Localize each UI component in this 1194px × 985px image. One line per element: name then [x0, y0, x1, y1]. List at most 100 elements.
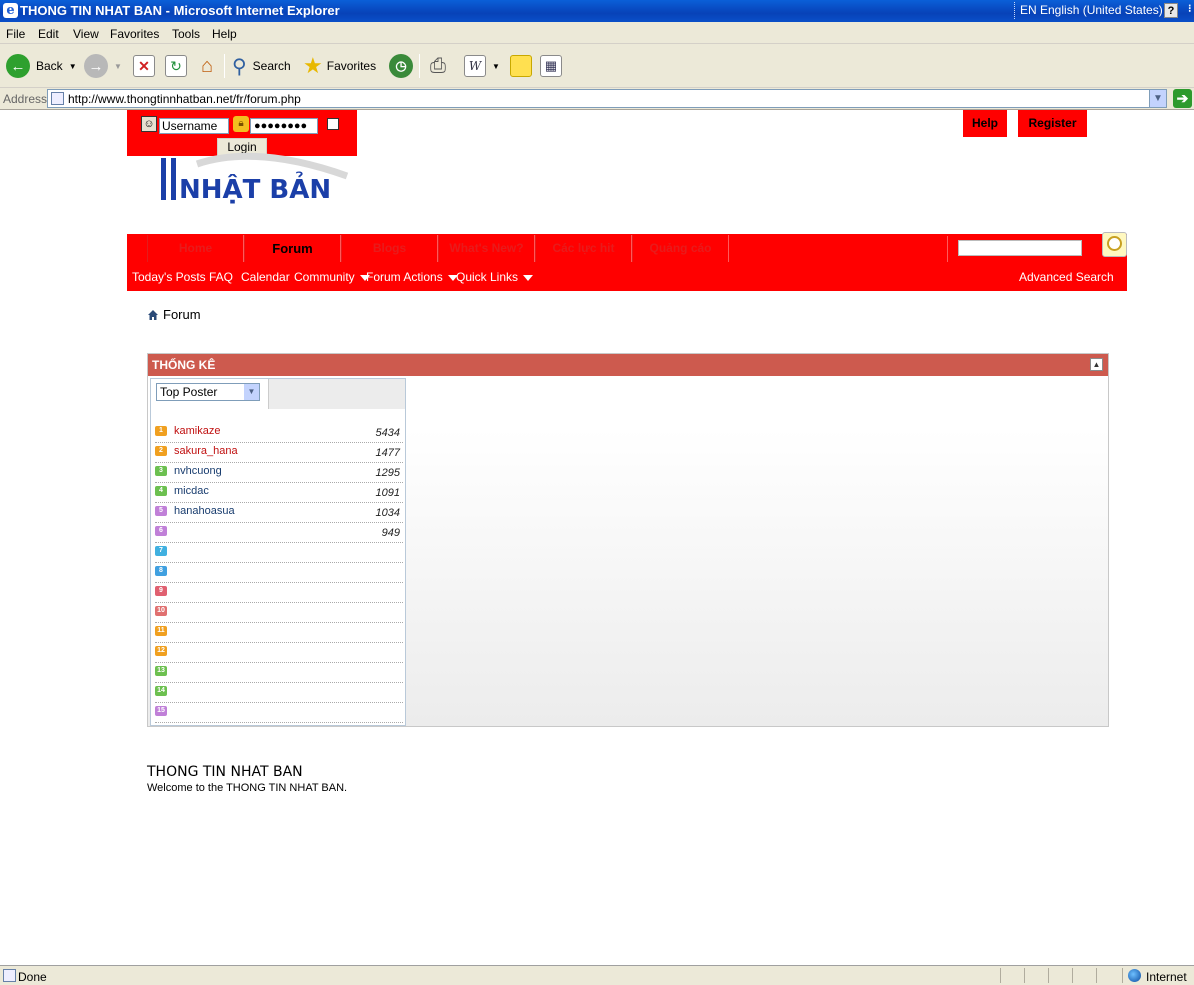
- list-item: 13: [155, 663, 403, 683]
- list-item: 7: [155, 543, 403, 563]
- address-dropdown-icon[interactable]: ▼: [1149, 90, 1166, 107]
- stats-header: THỐNG KÊ ▲: [148, 354, 1108, 376]
- menu-help[interactable]: Help: [212, 27, 237, 41]
- refresh-icon: ↻: [165, 55, 187, 77]
- tab-ads[interactable]: Quảng cáo: [632, 235, 729, 262]
- menu-view[interactable]: View: [73, 27, 99, 41]
- subnav-todays-posts[interactable]: Today's Posts: [132, 270, 206, 284]
- language-bar-grip[interactable]: [1014, 2, 1017, 19]
- rank-badge-icon: 11: [155, 626, 167, 636]
- search-button[interactable]: [1102, 232, 1127, 257]
- research-icon: ▦: [540, 55, 562, 77]
- rank-badge-icon: 7: [155, 546, 167, 556]
- ie-logo-icon: e: [3, 3, 18, 18]
- tab-whats-new[interactable]: What's New?: [438, 235, 535, 262]
- menu-file[interactable]: File: [6, 27, 25, 41]
- menu-tools[interactable]: Tools: [172, 27, 200, 41]
- poster-name[interactable]: sakura_hana: [174, 445, 238, 457]
- search-icon: ⚲: [232, 55, 247, 78]
- status-pane-divider: [1096, 968, 1097, 983]
- list-item: 15: [155, 703, 403, 723]
- stats-type-select[interactable]: Top Poster ▼: [156, 383, 260, 401]
- status-pane-divider: [1122, 968, 1123, 983]
- password-field[interactable]: ●●●●●●●●: [250, 118, 318, 134]
- toolbar-separator: [419, 54, 420, 78]
- subnav-quick-links[interactable]: Quick Links: [456, 270, 534, 284]
- advanced-search-link[interactable]: Advanced Search: [1019, 270, 1114, 284]
- edit-button[interactable]: W ▼: [464, 52, 500, 80]
- forward-button[interactable]: → ▼: [84, 52, 122, 80]
- collapse-icon[interactable]: ▲: [1090, 358, 1103, 371]
- tab-home[interactable]: Home: [147, 235, 244, 262]
- toolbar-separator: [224, 54, 225, 78]
- logo-text: NHẬT BẢN: [179, 170, 331, 205]
- search-input[interactable]: [958, 240, 1082, 256]
- go-button[interactable]: ➔: [1173, 89, 1192, 108]
- history-button[interactable]: ◷: [389, 52, 413, 80]
- poster-name[interactable]: kamikaze: [174, 425, 220, 437]
- stop-button[interactable]: ✕: [133, 52, 155, 80]
- help-button[interactable]: Help: [963, 110, 1007, 137]
- rank-badge-icon: 12: [155, 646, 167, 656]
- home-icon[interactable]: [147, 309, 159, 321]
- poster-name[interactable]: micdac: [174, 485, 209, 497]
- print-button[interactable]: ⎙: [427, 52, 449, 80]
- home-button[interactable]: ⌂: [196, 52, 218, 80]
- language-indicator[interactable]: EN English (United States): [1020, 3, 1163, 17]
- favorites-button[interactable]: ★ Favorites: [303, 52, 376, 80]
- search-button[interactable]: ⚲ Search: [232, 52, 291, 80]
- home-icon: ⌂: [200, 54, 214, 77]
- status-bar: Done Internet: [0, 965, 1194, 985]
- site-logo[interactable]: NHẬT BẢN: [157, 146, 352, 208]
- post-count: 949: [381, 527, 400, 539]
- subnav-faq[interactable]: FAQ: [209, 270, 233, 284]
- back-button[interactable]: ← Back ▼: [6, 52, 77, 80]
- status-pane-divider: [1072, 968, 1073, 983]
- rank-badge-icon: 15: [155, 706, 167, 716]
- list-item: 5 hanahoasua 1034: [155, 503, 403, 523]
- subnav-forum-actions[interactable]: Forum Actions: [366, 270, 458, 284]
- tab-forum[interactable]: Forum: [244, 235, 341, 262]
- tab-blogs[interactable]: Blogs: [341, 235, 438, 262]
- status-text: Done: [18, 970, 47, 984]
- top-poster-box: Top Poster ▼ 1 kamikaze 5434 2 sakura_hana 14…: [150, 378, 406, 726]
- top-poster-header: Top Poster ▼: [151, 379, 405, 409]
- remember-me-checkbox[interactable]: [327, 118, 339, 130]
- chevron-down-icon[interactable]: ▼: [244, 384, 259, 400]
- refresh-button[interactable]: ↻: [165, 52, 187, 80]
- post-count: 1091: [375, 487, 400, 499]
- poster-name[interactable]: hanahoasua: [174, 505, 235, 517]
- sub-navigation: Today's Posts FAQ Calendar Community For…: [127, 262, 1127, 291]
- address-url[interactable]: http://www.thongtinnhatban.net/fr/forum.…: [68, 92, 301, 106]
- favorites-star-icon: ★: [303, 53, 323, 78]
- back-dropdown-icon[interactable]: ▼: [69, 62, 77, 71]
- logo-swoosh: [195, 152, 349, 180]
- breadcrumb-label[interactable]: Forum: [163, 307, 201, 322]
- discuss-button[interactable]: [510, 52, 532, 80]
- poster-name[interactable]: nvhcuong: [174, 465, 222, 477]
- search-box: [947, 236, 1102, 262]
- forward-dropdown-icon[interactable]: ▼: [114, 62, 122, 71]
- edit-dropdown-icon[interactable]: ▼: [492, 62, 500, 71]
- address-input[interactable]: http://www.thongtinnhatban.net/fr/forum.…: [47, 89, 1167, 108]
- back-label: Back: [36, 59, 63, 73]
- menu-favorites[interactable]: Favorites: [110, 27, 159, 41]
- rank-badge-icon: 10: [155, 606, 167, 616]
- subnav-community[interactable]: Community: [294, 270, 370, 284]
- site-welcome-text: Welcome to the THONG TIN NHAT BAN.: [147, 782, 348, 794]
- subnav-calendar[interactable]: Calendar: [241, 270, 290, 284]
- back-arrow-icon: ←: [6, 54, 30, 78]
- username-field[interactable]: Username: [159, 118, 229, 134]
- window-edge-icon: ⁝: [1188, 3, 1192, 15]
- rank-badge-icon: 14: [155, 686, 167, 696]
- register-button[interactable]: Register: [1018, 110, 1087, 137]
- research-button[interactable]: ▦: [540, 52, 562, 80]
- help-icon[interactable]: ?: [1164, 3, 1178, 18]
- rank-badge-icon: 4: [155, 486, 167, 496]
- tab-links[interactable]: Các lực hit: [535, 235, 632, 262]
- rank-badge-icon: 5: [155, 506, 167, 516]
- printer-icon: ⎙: [430, 54, 446, 77]
- page-status-icon: [3, 969, 16, 982]
- menu-edit[interactable]: Edit: [38, 27, 59, 41]
- list-item: 9: [155, 583, 403, 603]
